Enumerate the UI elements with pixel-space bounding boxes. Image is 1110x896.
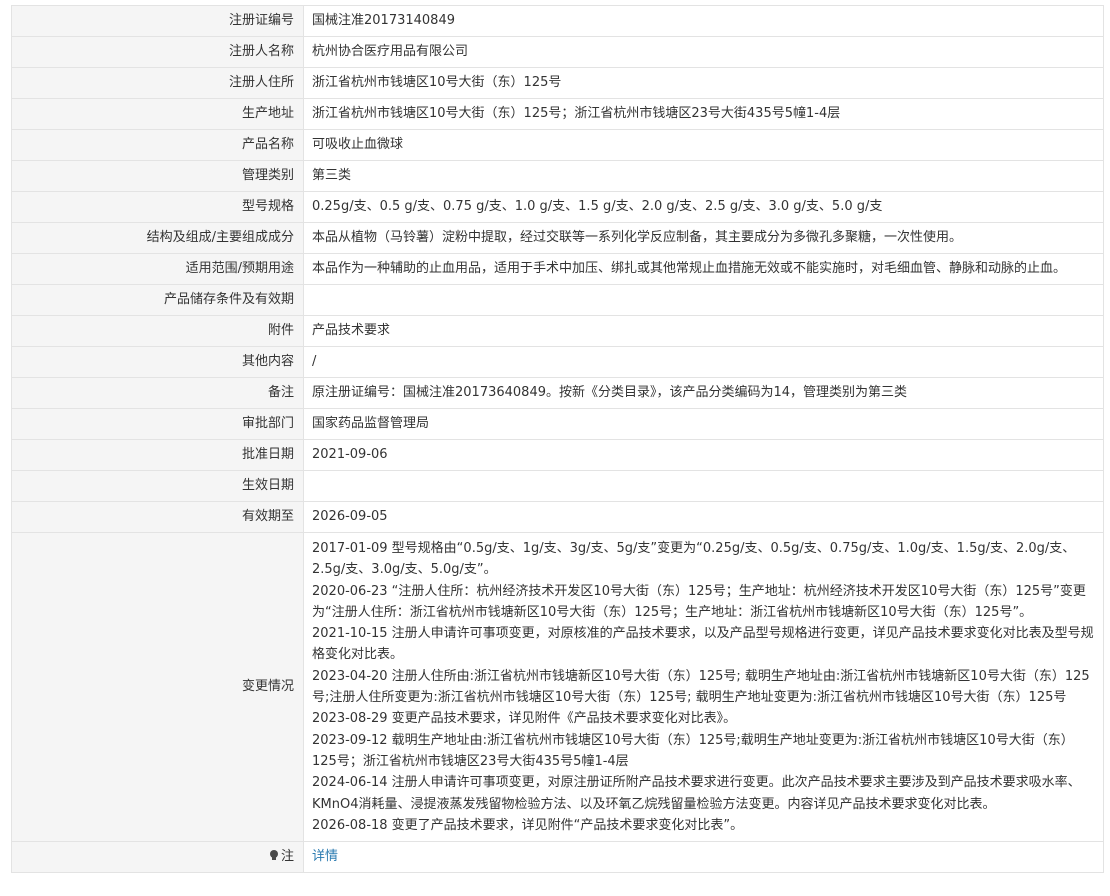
row-management-class: 管理类别 第三类: [11, 160, 1104, 192]
registrant-address-value: 浙江省杭州市钱塘区10号大街（东）125号: [303, 67, 1104, 99]
attachment-value: 产品技术要求: [303, 315, 1104, 347]
remarks-label: 备注: [11, 377, 304, 409]
effective-date-label: 生效日期: [11, 470, 304, 502]
row-note: 注 详情: [11, 841, 1104, 874]
row-intended-use: 适用范围/预期用途 本品作为一种辅助的止血用品，适用于手术中加压、绑扎或其他常规…: [11, 253, 1104, 285]
row-storage-validity: 产品储存条件及有效期: [11, 284, 1104, 316]
other-content-value: /: [303, 346, 1104, 378]
change-entry: 2026-08-18 变更了产品技术要求，详见附件“产品技术要求变化对比表”。: [312, 817, 744, 833]
model-spec-value: 0.25g/支、0.5 g/支、0.75 g/支、1.0 g/支、1.5 g/支…: [303, 191, 1104, 223]
change-entry: 2021-10-15 注册人申请许可事项变更，对原核准的产品技术要求，以及产品型…: [312, 626, 1094, 663]
remarks-value: 原注册证编号：国械注准20173640849。按新《分类目录》，该产品分类编码为…: [303, 377, 1104, 409]
row-registration-number: 注册证编号 国械注准20173140849: [11, 5, 1104, 37]
product-name-value: 可吸收止血微球: [303, 129, 1104, 161]
change-entry: 2023-04-20 注册人住所由:浙江省杭州市钱塘新区10号大街（东）125号…: [312, 668, 1090, 706]
registrant-address-label: 注册人住所: [11, 67, 304, 99]
row-composition: 结构及组成/主要组成成分 本品从植物（马铃薯）淀粉中提取，经过交联等一系列化学反…: [11, 222, 1104, 254]
row-approval-date: 批准日期 2021-09-06: [11, 439, 1104, 471]
change-entry: 2017-01-09 型号规格由“0.5g/支、1g/支、3g/支、5g/支”变…: [312, 541, 1076, 578]
other-content-label: 其他内容: [11, 346, 304, 378]
row-product-name: 产品名称 可吸收止血微球: [11, 129, 1104, 161]
attachment-label: 附件: [11, 315, 304, 347]
product-name-label: 产品名称: [11, 129, 304, 161]
note-label: 注: [280, 849, 294, 865]
composition-value: 本品从植物（马铃薯）淀粉中提取，经过交联等一系列化学反应制备，其主要成分为多微孔…: [303, 222, 1104, 254]
change-entry: 2024-06-14 注册人申请许可事项变更，对原注册证所附产品技术要求进行变更…: [312, 775, 1081, 812]
registrant-name-value: 杭州协合医疗用品有限公司: [303, 36, 1104, 68]
lightbulb-icon: [269, 850, 278, 861]
approval-date-label: 批准日期: [11, 439, 304, 471]
row-effective-date: 生效日期: [11, 470, 1104, 502]
expiry-date-label: 有效期至: [11, 501, 304, 533]
composition-label: 结构及组成/主要组成成分: [11, 222, 304, 254]
details-link[interactable]: 详情: [312, 849, 338, 864]
approval-department-label: 审批部门: [11, 408, 304, 440]
change-history-value: 2017-01-09 型号规格由“0.5g/支、1g/支、3g/支、5g/支”变…: [303, 531, 1104, 843]
change-entry: 2020-06-23 “注册人住所：杭州经济技术开发区10号大街（东）125号；…: [312, 583, 1086, 620]
expiry-date-value: 2026-09-05: [303, 501, 1104, 533]
storage-validity-label: 产品储存条件及有效期: [11, 284, 304, 316]
row-change-history: 变更情况 2017-01-09 型号规格由“0.5g/支、1g/支、3g/支、5…: [11, 531, 1104, 843]
management-class-label: 管理类别: [11, 160, 304, 192]
intended-use-value: 本品作为一种辅助的止血用品，适用于手术中加压、绑扎或其他常规止血措施无效或不能实…: [303, 253, 1104, 285]
row-remarks: 备注 原注册证编号：国械注准20173640849。按新《分类目录》，该产品分类…: [11, 377, 1104, 409]
storage-validity-value: [303, 284, 1104, 316]
row-approval-department: 审批部门 国家药品监督管理局: [11, 408, 1104, 440]
row-registrant-name: 注册人名称 杭州协合医疗用品有限公司: [11, 36, 1104, 68]
row-other-content: 其他内容 /: [11, 346, 1104, 378]
note-label-cell: 注: [11, 841, 304, 874]
row-model-spec: 型号规格 0.25g/支、0.5 g/支、0.75 g/支、1.0 g/支、1.…: [11, 191, 1104, 223]
intended-use-label: 适用范围/预期用途: [11, 253, 304, 285]
management-class-value: 第三类: [303, 160, 1104, 192]
approval-date-value: 2021-09-06: [303, 439, 1104, 471]
note-value: 详情: [303, 841, 1104, 874]
approval-department-value: 国家药品监督管理局: [303, 408, 1104, 440]
change-entry: 2023-09-12 载明生产地址由:浙江省杭州市钱塘区10号大街（东）125号…: [312, 732, 1074, 769]
registration-number-value: 国械注准20173140849: [303, 5, 1104, 37]
registration-detail-table: 注册证编号 国械注准20173140849 注册人名称 杭州协合医疗用品有限公司…: [11, 5, 1104, 874]
row-registrant-address: 注册人住所 浙江省杭州市钱塘区10号大街（东）125号: [11, 67, 1104, 99]
registrant-name-label: 注册人名称: [11, 36, 304, 68]
production-address-label: 生产地址: [11, 98, 304, 130]
row-production-address: 生产地址 浙江省杭州市钱塘区10号大街（东）125号；浙江省杭州市钱塘区23号大…: [11, 98, 1104, 130]
change-entry: 2023-08-29 变更产品技术要求，详见附件《产品技术要求变化对比表》。: [312, 711, 737, 727]
row-expiry-date: 有效期至 2026-09-05: [11, 501, 1104, 533]
effective-date-value: [303, 470, 1104, 502]
row-attachment: 附件 产品技术要求: [11, 315, 1104, 347]
registration-number-label: 注册证编号: [11, 5, 304, 37]
model-spec-label: 型号规格: [11, 191, 304, 223]
change-history-label: 变更情况: [11, 531, 304, 843]
production-address-value: 浙江省杭州市钱塘区10号大街（东）125号；浙江省杭州市钱塘区23号大街435号…: [303, 98, 1104, 130]
